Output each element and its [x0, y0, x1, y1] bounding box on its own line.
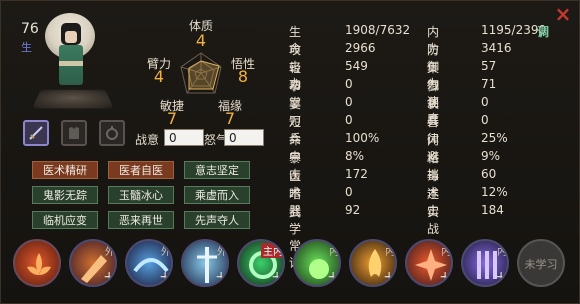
close-icon[interactable]: ×	[553, 4, 573, 25]
accessory-slot[interactable]	[99, 120, 125, 146]
skill-lotus[interactable]	[13, 239, 61, 287]
character-name: 生	[21, 41, 32, 54]
plus-icon: +	[383, 269, 395, 285]
attr-val: 172	[345, 167, 368, 181]
skill-burst[interactable]: 内 +	[405, 239, 453, 287]
weapon-slot[interactable]	[23, 120, 49, 146]
stat-value-agility: 7	[166, 109, 178, 128]
attr-val: 0	[345, 113, 353, 127]
attr-val: 92	[345, 203, 361, 217]
attr-val: 8%	[345, 149, 365, 163]
skill-tag: 内	[329, 247, 339, 258]
plus-icon: +	[159, 269, 171, 285]
trait-tag[interactable]: 先声夺人	[184, 211, 250, 229]
attr-val: 2966	[345, 41, 376, 55]
skill-tag: 外	[217, 247, 227, 258]
attribute-panel: 生命 1908/7632 内力 1195/2390 调 攻击力 2966 防御力…	[283, 23, 561, 270]
skill-tag: 主内	[261, 243, 283, 258]
skill-flame[interactable]: 内 +	[349, 239, 397, 287]
skill-pillar[interactable]: 内 +	[461, 239, 509, 287]
attr-val: 0	[481, 113, 489, 127]
trait-tag[interactable]: 玉髓冰心	[108, 186, 174, 204]
attr-val: 1908/7632	[345, 23, 411, 37]
attr-val: 549	[345, 59, 368, 73]
character-sash	[59, 61, 83, 66]
skill-bar: 外 + 外 + 外 + 主内 + 内 + 内 + 内 + 内 + 未学习	[13, 237, 569, 297]
attr-val: 0	[481, 95, 489, 109]
trait-tag[interactable]: 乘虚而入	[184, 186, 250, 204]
skill-wave[interactable]: 外 +	[125, 239, 173, 287]
character-face	[65, 31, 77, 43]
trait-tag[interactable]: 医者自医	[108, 161, 174, 179]
plus-icon: +	[495, 269, 507, 285]
attr-val: 9%	[481, 149, 501, 163]
attr-val: 25%	[481, 131, 508, 145]
armor-icon	[69, 127, 79, 139]
skill-palm[interactable]: 外 +	[69, 239, 117, 287]
attr-val: 3416	[481, 41, 512, 55]
trait-tag[interactable]: 意志坚定	[184, 161, 250, 179]
unlearned-label: 未学习	[524, 258, 558, 271]
skill-tag: 内	[441, 247, 451, 258]
attr-val: 57	[481, 59, 497, 73]
skill-unlearned[interactable]: 未学习	[517, 239, 565, 287]
character-level: 76	[21, 21, 39, 37]
attr-val: 184	[481, 203, 504, 217]
attr-val: 12%	[481, 185, 508, 199]
plus-icon: +	[271, 269, 283, 285]
attr-val: 0	[345, 77, 353, 91]
trait-tag[interactable]: 鬼影无踪	[32, 186, 98, 204]
attr-val: 0	[345, 185, 353, 199]
skill-tag: 外	[105, 247, 115, 258]
stat-value-constitution: 4	[195, 31, 207, 50]
battle-intent-value: 0	[164, 129, 204, 146]
armor-slot[interactable]	[61, 120, 87, 146]
plus-icon: +	[327, 269, 339, 285]
attr-val: 71	[481, 77, 497, 91]
character-panel: × 76 生 体质 4 悟性 8 福缘 7 敏捷 7 臂力 4 战意 0 怒气 …	[0, 0, 580, 304]
skill-vortex[interactable]: 主内 +	[237, 239, 285, 287]
battle-intent-label: 战意	[135, 133, 160, 147]
adjust-button[interactable]: 调	[537, 23, 549, 40]
attr-val: 60	[481, 167, 497, 181]
pedestal	[32, 89, 114, 109]
plus-icon: +	[103, 269, 115, 285]
attr-val: 100%	[345, 131, 380, 145]
plus-icon: +	[439, 269, 451, 285]
trait-tag[interactable]: 医术精研	[32, 161, 98, 179]
sword-icon	[29, 126, 43, 140]
skill-tag: 内	[497, 247, 507, 258]
attr-val: 0	[345, 95, 353, 109]
trait-tag[interactable]: 恶来再世	[108, 211, 174, 229]
plus-icon: +	[215, 269, 227, 285]
stat-value-strength: 4	[153, 67, 165, 86]
lotus-icon	[27, 253, 51, 275]
pendant-icon	[106, 126, 118, 140]
skill-poison[interactable]: 内 +	[293, 239, 341, 287]
stat-value-insight: 8	[237, 67, 249, 86]
skill-tag: 外	[161, 247, 171, 258]
rage-value: 0	[224, 129, 264, 146]
skill-sword[interactable]: 外 +	[181, 239, 229, 287]
trait-tag[interactable]: 临机应变	[32, 211, 98, 229]
skill-tag: 内	[385, 247, 395, 258]
stat-value-fortune: 7	[224, 109, 236, 128]
